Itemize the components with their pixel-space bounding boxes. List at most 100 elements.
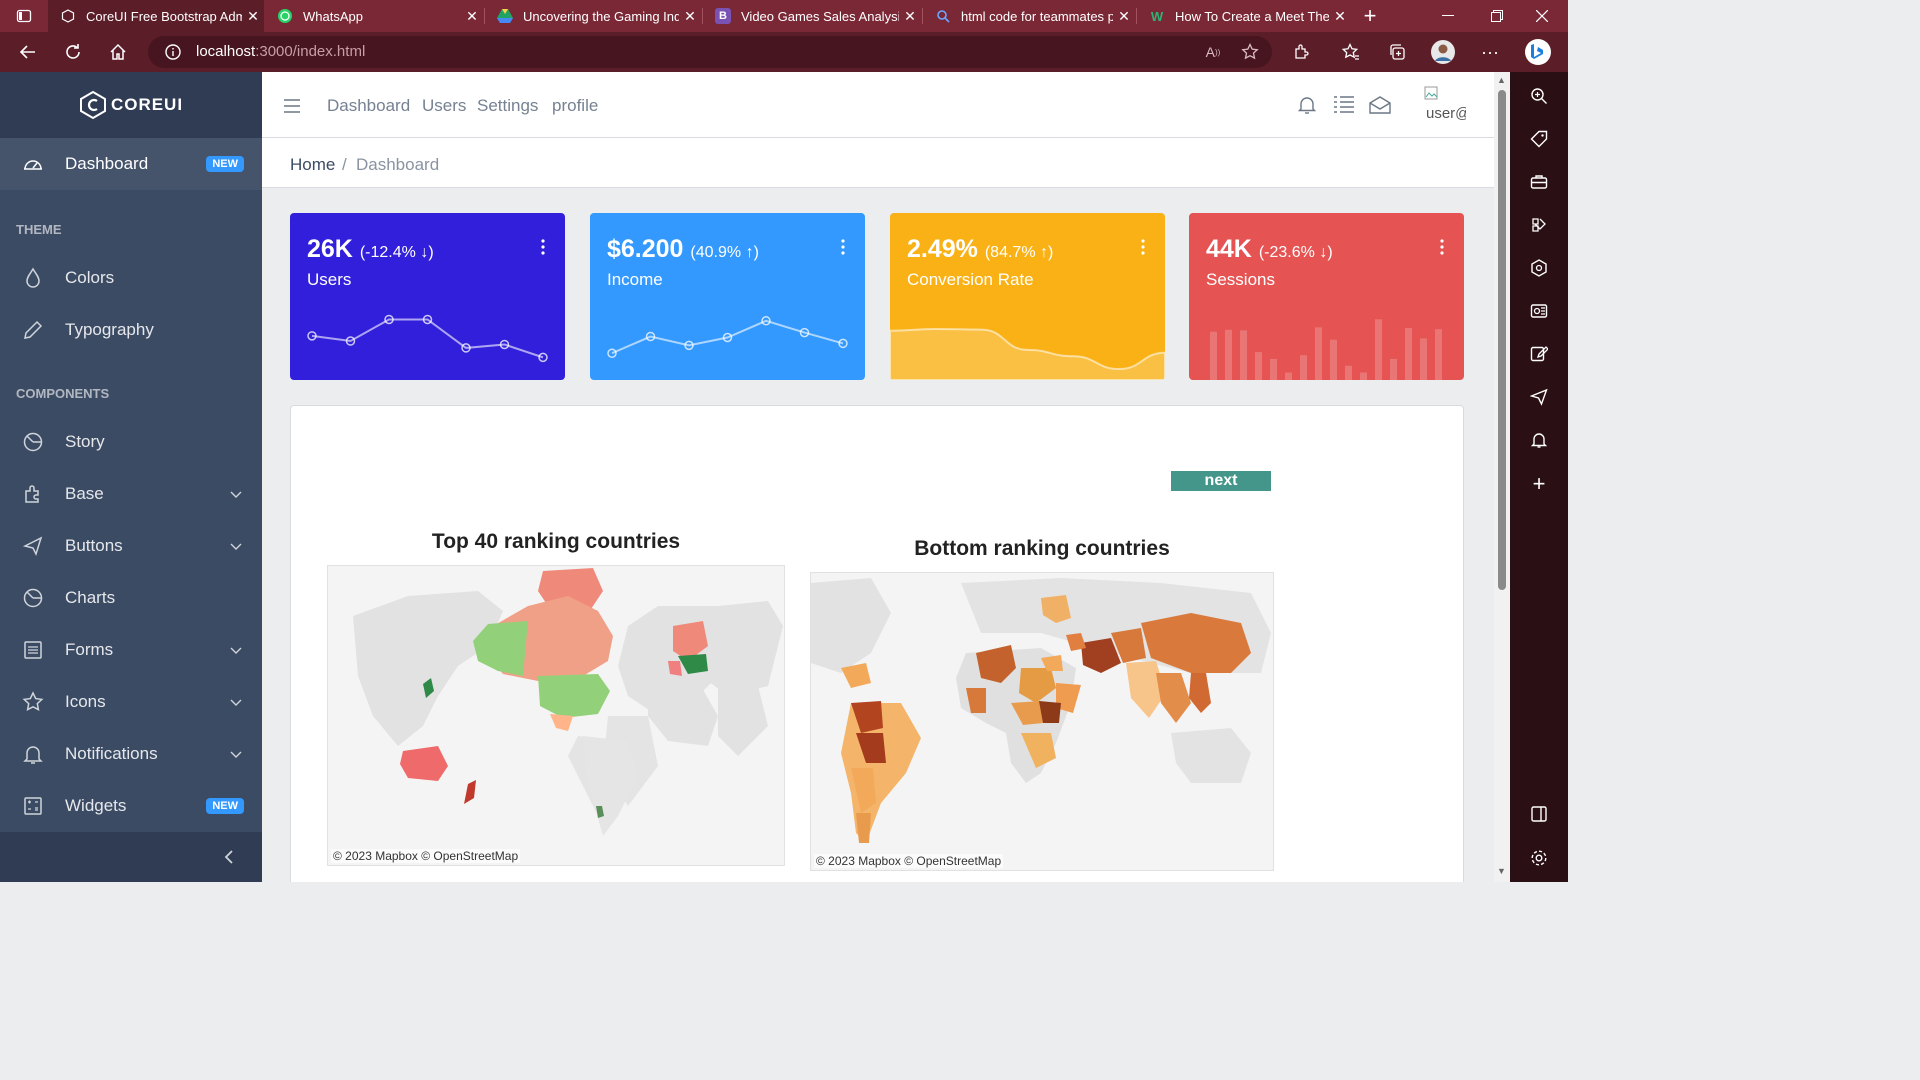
widget-label: Users <box>307 270 352 289</box>
widget-change: (84.7% <box>984 244 1036 261</box>
favorites-icon[interactable] <box>1337 38 1365 66</box>
search-icon[interactable] <box>1529 86 1549 106</box>
avatar[interactable]: user@ <box>1424 86 1466 126</box>
url-text[interactable]: localhost:3000/index.html <box>196 43 365 60</box>
new-badge: NEW <box>206 798 244 814</box>
sessions-bar <box>1420 338 1427 380</box>
sidebar-item-base[interactable]: Base <box>0 468 262 520</box>
chevron-down-icon <box>230 751 242 758</box>
add-favorite-icon[interactable] <box>1236 38 1264 66</box>
list-icon[interactable] <box>1333 95 1355 115</box>
sidebar-item-colors[interactable]: Colors <box>0 252 262 304</box>
browser-tab-whatsapp[interactable]: WhatsApp ✕ <box>265 0 483 32</box>
sidebar-item-story[interactable]: Story <box>0 416 262 468</box>
sidebar-item-icons[interactable]: Icons <box>0 676 262 728</box>
back-icon[interactable] <box>14 38 42 66</box>
sidebar-item-label: Widgets <box>65 796 127 815</box>
tab-title: CoreUI Free Bootstrap Adm <box>86 8 242 24</box>
bell-icon[interactable] <box>1529 430 1549 450</box>
games-icon[interactable] <box>1529 215 1549 235</box>
header-link-dashboard[interactable]: Dashboard <box>327 96 410 116</box>
tab-close-icon[interactable]: ✕ <box>1113 8 1135 25</box>
brand-logo[interactable]: COREUI <box>0 72 262 138</box>
settings-gear-icon[interactable] <box>1529 848 1549 868</box>
next-button[interactable]: next <box>1171 471 1271 491</box>
sidebar-item-charts[interactable]: Charts <box>0 572 262 624</box>
browser-tab-html-code[interactable]: html code for teammates p ✕ <box>923 0 1135 32</box>
sidebar-item-notifications[interactable]: Notifications <box>0 728 262 780</box>
sidebar-item-forms[interactable]: Forms <box>0 624 262 676</box>
more-vertical-icon[interactable] <box>841 239 845 255</box>
map-attribution: © 2023 Mapbox © OpenStreetMap <box>814 854 1004 868</box>
tag-icon[interactable] <box>1529 129 1549 149</box>
whatsapp-icon <box>277 8 293 24</box>
map-top-countries[interactable]: © 2023 Mapbox © OpenStreetMap <box>327 565 785 866</box>
map-attribution: © 2023 Mapbox © OpenStreetMap <box>331 849 521 863</box>
refresh-icon[interactable] <box>59 38 87 66</box>
sidebar-toggler[interactable] <box>0 832 262 882</box>
sidebar-item-dashboard[interactable]: Dashboard NEW <box>0 138 262 190</box>
outlook-icon[interactable] <box>1529 301 1549 321</box>
bell-icon[interactable] <box>1297 95 1317 115</box>
restore-icon[interactable] <box>1483 2 1511 30</box>
profile-avatar-icon[interactable] <box>1429 38 1457 66</box>
sessions-bar <box>1330 339 1337 380</box>
more-vertical-icon[interactable] <box>1141 239 1145 255</box>
arrow-up-icon: ↑ <box>745 244 754 261</box>
new-badge: NEW <box>206 156 244 172</box>
scrollbar-thumb[interactable] <box>1498 90 1506 590</box>
tab-close-icon[interactable]: ✕ <box>242 8 264 25</box>
tab-close-icon[interactable]: ✕ <box>461 8 483 25</box>
more-vertical-icon[interactable] <box>1440 239 1444 255</box>
header-link-profile[interactable]: profile <box>552 96 598 116</box>
more-vertical-icon[interactable] <box>541 239 545 255</box>
hamburger-menu-icon[interactable] <box>283 98 301 114</box>
sessions-bar <box>1375 319 1382 380</box>
sidebar-item-buttons[interactable]: Buttons <box>0 520 262 572</box>
tab-close-icon[interactable]: ✕ <box>1329 8 1351 25</box>
add-icon[interactable]: + <box>1529 471 1549 496</box>
sidebar-item-label: Base <box>65 484 104 503</box>
chevron-down-icon <box>230 491 242 498</box>
sidebar-item-label: Colors <box>65 268 115 287</box>
sidebar-item-label: Charts <box>65 588 116 607</box>
send-icon[interactable] <box>1529 387 1549 407</box>
widget-users: 26K (-12.4% ↓) Users <box>290 213 565 380</box>
copilot-hex-icon[interactable] <box>1529 258 1549 278</box>
breadcrumb-separator: / <box>342 155 347 174</box>
new-tab-icon[interactable]: + <box>1356 2 1384 30</box>
tab-actions-icon[interactable] <box>10 2 38 30</box>
read-aloud-icon[interactable]: A)) <box>1199 38 1227 66</box>
window-close-icon[interactable] <box>1528 2 1556 30</box>
site-info-icon[interactable] <box>159 38 187 66</box>
collections-icon[interactable] <box>1383 38 1411 66</box>
browser-tab-video-games[interactable]: B Video Games Sales Analysis ✕ <box>703 0 921 32</box>
map-bottom-countries[interactable]: © 2023 Mapbox © OpenStreetMap <box>810 572 1274 871</box>
copilot-icon[interactable] <box>1524 38 1552 66</box>
envelope-icon[interactable] <box>1369 95 1391 115</box>
extensions-icon[interactable] <box>1288 38 1316 66</box>
home-icon[interactable] <box>104 38 132 66</box>
browser-tab-gaming[interactable]: Uncovering the Gaming Ind ✕ <box>485 0 701 32</box>
sidebar-item-typography[interactable]: Typography <box>0 304 262 356</box>
tab-close-icon[interactable]: ✕ <box>899 8 921 25</box>
header-link-users[interactable]: Users <box>422 96 466 116</box>
browser-tab-coreui[interactable]: CoreUI Free Bootstrap Adm ✕ <box>48 0 264 32</box>
scroll-up-arrow-icon[interactable]: ▲ <box>1497 75 1506 85</box>
minimize-icon[interactable] <box>1434 2 1462 30</box>
breadcrumb-home[interactable]: Home <box>290 155 335 175</box>
tab-close-icon[interactable]: ✕ <box>679 8 701 25</box>
puzzle-icon <box>25 485 39 503</box>
drive-icon <box>497 8 513 24</box>
briefcase-icon[interactable] <box>1529 172 1549 192</box>
header-link-settings[interactable]: Settings <box>477 96 538 116</box>
more-options-icon[interactable]: ··· <box>1476 38 1504 66</box>
edit-icon[interactable] <box>1529 344 1549 364</box>
scroll-down-arrow-icon[interactable]: ▼ <box>1497 866 1506 876</box>
sessions-bar <box>1240 330 1247 380</box>
sidebar-toggle-icon[interactable] <box>1529 804 1549 824</box>
sessions-bar <box>1210 331 1217 380</box>
edge-sidebar: + <box>1510 72 1568 882</box>
browser-tab-meet-the-team[interactable]: W How To Create a Meet The ✕ <box>1137 0 1351 32</box>
sidebar-item-widgets[interactable]: Widgets NEW <box>0 780 262 832</box>
